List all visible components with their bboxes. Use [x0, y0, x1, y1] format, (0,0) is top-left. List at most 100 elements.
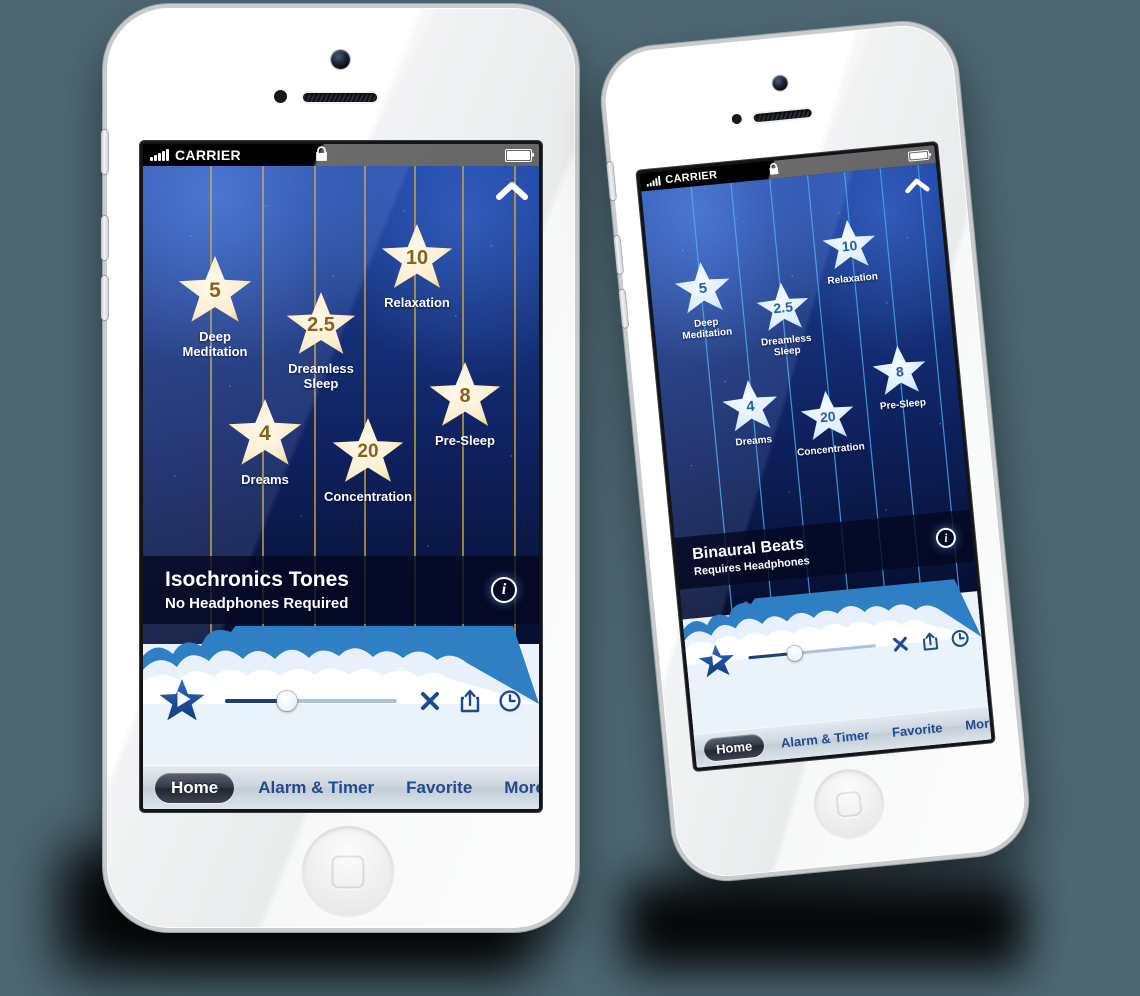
phone-device-b: CARRIER 5 Deep Meditation 2.5 Dreamless … — [596, 16, 1034, 886]
front-camera-icon-a — [331, 50, 350, 69]
star-value-a-1: 2.5 — [307, 313, 335, 336]
volume-slider-a[interactable] — [225, 690, 397, 712]
star-shape-a-0: 5 — [178, 256, 252, 322]
star-value-b-3: 4 — [745, 397, 756, 416]
star-label-a-1: Dreamless Sleep — [288, 361, 354, 391]
star-item-pre-sleep-b[interactable]: 8 Pre-Sleep — [857, 342, 943, 415]
tab-alarm-timer-b[interactable]: Alarm & Timer — [773, 722, 877, 755]
star-shape-a-4: 20 — [332, 418, 404, 482]
carrier-label-b: CARRIER — [664, 169, 718, 187]
star-shape-b-0: 5 — [672, 259, 733, 317]
carrier-label-a: CARRIER — [175, 147, 241, 163]
mode-banner-a: Isochronics Tones No Headphones Required… — [143, 556, 539, 624]
phone-b-shadow — [625, 880, 1025, 970]
star-label-a-3: Dreams — [241, 472, 289, 487]
star-item-pre-sleep-a[interactable]: 8 Pre-Sleep — [415, 362, 515, 449]
lock-icon-a — [315, 146, 328, 164]
tab-home-a[interactable]: Home — [155, 772, 235, 803]
star-item-dreams-b[interactable]: 4 Dreams — [708, 376, 794, 451]
volume-slider-b[interactable] — [748, 637, 877, 667]
star-label-b-3: Dreams — [734, 434, 773, 449]
playback-controls-a — [143, 672, 539, 730]
clock-icon-a[interactable] — [497, 688, 523, 714]
star-value-a-5: 8 — [459, 384, 471, 407]
tab-more-a[interactable]: More — [494, 773, 539, 803]
star-item-dreams-a[interactable]: 4 Dreams — [215, 399, 315, 488]
star-value-a-4: 20 — [357, 441, 379, 462]
signal-bars-icon-a — [150, 149, 169, 161]
cloud-control-area-b: Home Alarm & Timer Favorite More — [682, 577, 992, 768]
star-play-icon-b[interactable] — [697, 643, 736, 680]
tab-favorite-a[interactable]: Favorite — [396, 773, 482, 803]
sky-panel-a: 5 Deep Meditation 2.5 Dreamless Sleep 10 — [143, 166, 539, 666]
clock-icon-b[interactable] — [949, 627, 971, 649]
star-shape-a-2: 10 — [381, 224, 453, 288]
star-item-concentration-a[interactable]: 20 Concentration — [316, 418, 420, 505]
info-icon-b[interactable]: i — [935, 526, 957, 549]
phone-device-a: CARRIER 5 Deep Meditation 2.5 Dreamless … — [101, 3, 580, 933]
star-play-icon-a[interactable] — [159, 679, 205, 721]
star-item-deep-meditation-a[interactable]: 5 Deep Meditation — [165, 256, 265, 359]
tab-alarm-timer-a[interactable]: Alarm & Timer — [248, 773, 384, 803]
battery-icon-a — [505, 148, 532, 162]
close-x-icon-a[interactable] — [417, 688, 443, 714]
share-icon-b[interactable] — [919, 630, 941, 652]
close-x-icon-b[interactable] — [889, 633, 911, 655]
star-shape-a-5: 8 — [429, 362, 501, 426]
earpiece-speaker-a — [303, 93, 377, 102]
lock-icon-b — [768, 162, 779, 178]
star-shape-a-1: 2.5 — [286, 292, 356, 355]
star-shape-b-5: 8 — [870, 343, 929, 399]
status-bar-a: CARRIER — [143, 144, 539, 166]
tab-favorite-b[interactable]: Favorite — [884, 715, 950, 744]
volume-up-button-a[interactable] — [101, 216, 108, 260]
star-value-b-5: 8 — [895, 362, 905, 380]
silent-switch-a[interactable] — [101, 130, 108, 174]
star-shape-b-4: 20 — [798, 388, 857, 444]
star-item-concentration-b[interactable]: 20 Concentration — [783, 387, 873, 460]
star-label-b-5: Pre-Sleep — [879, 397, 927, 413]
star-shape-b-2: 10 — [820, 217, 879, 273]
star-label-b-4: Concentration — [796, 441, 866, 459]
share-icon-a[interactable] — [457, 688, 483, 714]
star-item-relaxation-b[interactable]: 10 Relaxation — [807, 216, 893, 289]
volume-down-button-a[interactable] — [101, 276, 108, 320]
banner-title-a: Isochronics Tones — [165, 568, 349, 591]
star-shape-b-1: 2.5 — [754, 280, 812, 335]
star-value-b-0: 5 — [697, 279, 708, 298]
tab-bar-a: Home Alarm & Timer Favorite More — [143, 765, 539, 809]
cloud-control-area-a: Home Alarm & Timer Favorite More — [143, 626, 539, 809]
star-value-b-2: 10 — [840, 236, 858, 254]
sky-panel-b: 5 Deep Meditation 2.5 Dreamless Sleep 10 — [641, 163, 979, 638]
mockup-stage: CARRIER 5 Deep Meditation 2.5 Dreamless … — [0, 0, 1140, 996]
star-value-a-3: 4 — [259, 422, 271, 445]
star-item-relaxation-a[interactable]: 10 Relaxation — [367, 224, 467, 311]
slider-knob-a[interactable] — [276, 691, 297, 711]
star-shape-a-3: 4 — [228, 399, 302, 465]
star-value-a-0: 5 — [209, 279, 221, 302]
star-label-b-2: Relaxation — [826, 271, 879, 287]
home-button-a[interactable] — [302, 826, 394, 918]
star-label-a-0: Deep Meditation — [182, 329, 248, 359]
star-label-a-2: Relaxation — [384, 295, 450, 310]
star-item-deep-meditation-b[interactable]: 5 Deep Meditation — [661, 258, 748, 344]
info-icon-a[interactable]: i — [491, 577, 517, 603]
star-value-b-1: 2.5 — [772, 298, 794, 317]
star-item-dreamless-sleep-a[interactable]: 2.5 Dreamless Sleep — [271, 292, 371, 391]
star-item-dreamless-sleep-b[interactable]: 2.5 Dreamless Sleep — [741, 279, 828, 362]
star-label-b-1: Dreamless Sleep — [760, 332, 813, 359]
star-value-a-2: 10 — [405, 246, 429, 269]
tab-more-b[interactable]: More — [957, 710, 992, 737]
banner-subtitle-a: No Headphones Required — [165, 595, 349, 612]
screen-a: CARRIER 5 Deep Meditation 2.5 Dreamless … — [143, 144, 539, 809]
star-label-a-5: Pre-Sleep — [435, 433, 495, 448]
star-label-b-0: Deep Meditation — [681, 316, 733, 343]
proximity-sensor-a — [274, 90, 287, 103]
star-label-a-4: Concentration — [323, 489, 413, 504]
star-shape-b-3: 4 — [720, 377, 781, 435]
screen-b: CARRIER 5 Deep Meditation 2.5 Dreamless … — [639, 145, 992, 768]
slider-knob-b[interactable] — [786, 645, 804, 662]
tab-home-b[interactable]: Home — [703, 733, 766, 762]
battery-icon-b — [907, 149, 930, 162]
star-value-b-4: 20 — [819, 407, 837, 425]
